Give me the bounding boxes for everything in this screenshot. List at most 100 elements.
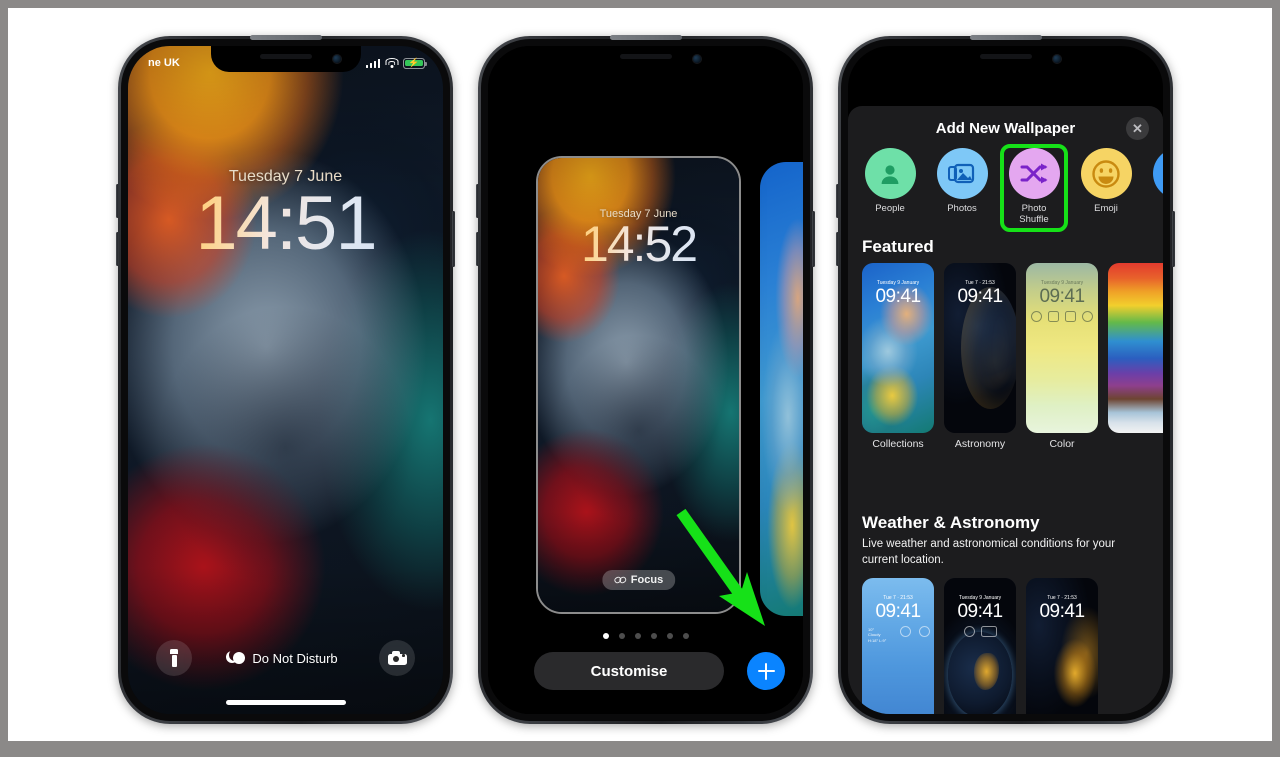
weather-heading: Weather & Astronomy bbox=[862, 513, 1040, 532]
page-dots[interactable] bbox=[602, 633, 689, 639]
wallpaper-card-next[interactable] bbox=[760, 162, 803, 616]
weather-card[interactable]: Tue 7 · 21:53 09:41 bbox=[1026, 578, 1098, 714]
featured-card-row[interactable]: Tuesday 9 January 09:41 Collections Tue … bbox=[848, 263, 1163, 450]
do-not-disturb-indicator: Do Not Disturb bbox=[233, 650, 338, 666]
page-dot[interactable] bbox=[618, 633, 625, 639]
category-weather[interactable]: Weat bbox=[1150, 148, 1163, 226]
wallpaper-art-ios16 bbox=[760, 162, 803, 616]
photos-icon bbox=[936, 148, 988, 199]
do-not-disturb-label: Do Not Disturb bbox=[252, 650, 338, 666]
card-time: 14:52 bbox=[538, 218, 739, 271]
wallpaper-card-active[interactable]: Tuesday 7 June 14:52 Focus bbox=[536, 156, 741, 614]
featured-heading: Featured bbox=[862, 237, 934, 256]
category-label: Photos bbox=[947, 203, 977, 214]
complication-moon-icon bbox=[963, 626, 975, 637]
person-icon bbox=[864, 148, 916, 199]
category-label: Photo Shuffle bbox=[1019, 203, 1049, 225]
volume-down-button[interactable] bbox=[476, 232, 479, 266]
weather-card[interactable]: Tue 7 · 21:53 09:41 10° Cloudy H:18° L:9… bbox=[862, 578, 934, 714]
card-complications bbox=[1026, 311, 1098, 322]
battery-charging-icon: ⚡ bbox=[403, 57, 428, 69]
page-dot[interactable] bbox=[602, 633, 609, 639]
category-emoji[interactable]: Emoji bbox=[1078, 148, 1134, 226]
front-camera-icon bbox=[332, 55, 341, 63]
shuffle-icon bbox=[1008, 148, 1060, 199]
featured-card[interactable]: Tuesday 9 January 09:41 Color bbox=[1026, 263, 1098, 450]
card-complications bbox=[944, 626, 1016, 637]
volume-down-button[interactable] bbox=[836, 232, 839, 266]
front-camera-icon bbox=[692, 55, 701, 63]
carrier-label: ne UK bbox=[148, 57, 180, 69]
focus-badge[interactable]: Focus bbox=[601, 570, 676, 590]
notch bbox=[210, 46, 361, 72]
screenshot-canvas: ne UK ⚡ Tuesday 7 June 14:51 Do Not Dist… bbox=[8, 8, 1272, 741]
complication-weather-icon bbox=[1048, 311, 1059, 322]
category-photos[interactable]: Photos bbox=[934, 148, 990, 226]
card-time: 09:41 bbox=[1039, 601, 1085, 622]
wallpaper-art-rainbow bbox=[1108, 263, 1163, 433]
weather-card-row[interactable]: Tue 7 · 21:53 09:41 10° Cloudy H:18° L:9… bbox=[848, 578, 1098, 714]
featured-card[interactable]: Tue 7 · 21:53 09:41 Astronomy bbox=[944, 263, 1016, 450]
page-dot[interactable] bbox=[634, 633, 641, 639]
page-dot[interactable] bbox=[682, 633, 689, 639]
complication-battery-icon bbox=[900, 626, 911, 637]
antenna-band bbox=[249, 35, 322, 40]
weather-subtitle: Live weather and astronomical conditions… bbox=[862, 538, 1116, 566]
home-indicator[interactable] bbox=[225, 700, 346, 705]
power-button[interactable] bbox=[1172, 211, 1175, 267]
phone-3-screen: Add New Wallpaper ✕ People Photos Photo … bbox=[848, 46, 1163, 714]
lock-wallpaper bbox=[128, 46, 443, 714]
torch-icon bbox=[170, 649, 178, 667]
card-time: 09:41 bbox=[1039, 286, 1085, 307]
card-time: 09:41 bbox=[875, 286, 921, 307]
complication-battery-icon bbox=[1031, 311, 1042, 322]
complication-widget-icon bbox=[980, 626, 997, 637]
camera-icon bbox=[387, 651, 407, 665]
weather-card[interactable]: Tuesday 9 January 09:41 bbox=[944, 578, 1016, 714]
card-label: Collections bbox=[872, 438, 924, 450]
card-label: Astronomy bbox=[954, 438, 1006, 450]
torch-button[interactable] bbox=[156, 640, 192, 676]
card-time: 09:41 bbox=[957, 601, 1003, 622]
add-new-wallpaper-sheet: Add New Wallpaper ✕ People Photos Photo … bbox=[848, 106, 1163, 714]
category-row[interactable]: People Photos Photo Shuffle Emoji bbox=[848, 148, 1163, 226]
wallpaper-carousel[interactable]: Tuesday 7 June 14:52 Focus Customise bbox=[488, 46, 803, 714]
close-icon[interactable]: ✕ bbox=[1126, 117, 1149, 140]
add-wallpaper-button[interactable] bbox=[747, 652, 785, 690]
customise-button[interactable]: Customise bbox=[534, 652, 724, 690]
category-label: Emoji bbox=[1094, 203, 1118, 214]
volume-up-button[interactable] bbox=[836, 184, 839, 218]
sheet-title: Add New Wallpaper bbox=[935, 120, 1076, 137]
featured-card[interactable] bbox=[1108, 263, 1163, 450]
notch bbox=[570, 46, 721, 72]
wifi-icon bbox=[385, 58, 398, 68]
featured-card[interactable]: Tuesday 9 January 09:41 Collections bbox=[862, 263, 934, 450]
page-dot[interactable] bbox=[650, 633, 657, 639]
phone-1-lock-screen: ne UK ⚡ Tuesday 7 June 14:51 Do Not Dist… bbox=[116, 35, 455, 724]
category-label: People bbox=[875, 203, 905, 214]
category-people[interactable]: People bbox=[862, 148, 918, 226]
volume-up-button[interactable] bbox=[116, 184, 119, 218]
antenna-band bbox=[609, 35, 682, 40]
front-camera-icon bbox=[1052, 55, 1061, 63]
power-button[interactable] bbox=[452, 211, 455, 267]
complication-alarm-icon bbox=[1082, 311, 1093, 322]
category-photo-shuffle[interactable]: Photo Shuffle bbox=[1006, 148, 1062, 226]
complication-calendar-icon bbox=[1065, 311, 1076, 322]
page-dot[interactable] bbox=[666, 633, 673, 639]
weather-cloud-icon bbox=[1152, 148, 1163, 199]
lock-bottom-controls: Do Not Disturb bbox=[128, 640, 443, 676]
power-button[interactable] bbox=[812, 211, 815, 267]
notch bbox=[930, 46, 1081, 72]
earpiece-speaker bbox=[619, 54, 672, 59]
phone-3-add-wallpaper: Add New Wallpaper ✕ People Photos Photo … bbox=[836, 35, 1175, 724]
earpiece-speaker bbox=[259, 54, 312, 59]
phone-2-screen: Tuesday 7 June 14:52 Focus Customise bbox=[488, 46, 803, 714]
card-complications bbox=[888, 626, 930, 637]
volume-up-button[interactable] bbox=[476, 184, 479, 218]
phone-1-screen: ne UK ⚡ Tuesday 7 June 14:51 Do Not Dist… bbox=[128, 46, 443, 714]
phone-2-wallpaper-gallery: Tuesday 7 June 14:52 Focus Customise bbox=[476, 35, 815, 724]
antenna-band bbox=[969, 35, 1042, 40]
camera-button[interactable] bbox=[379, 640, 415, 676]
volume-down-button[interactable] bbox=[116, 232, 119, 266]
